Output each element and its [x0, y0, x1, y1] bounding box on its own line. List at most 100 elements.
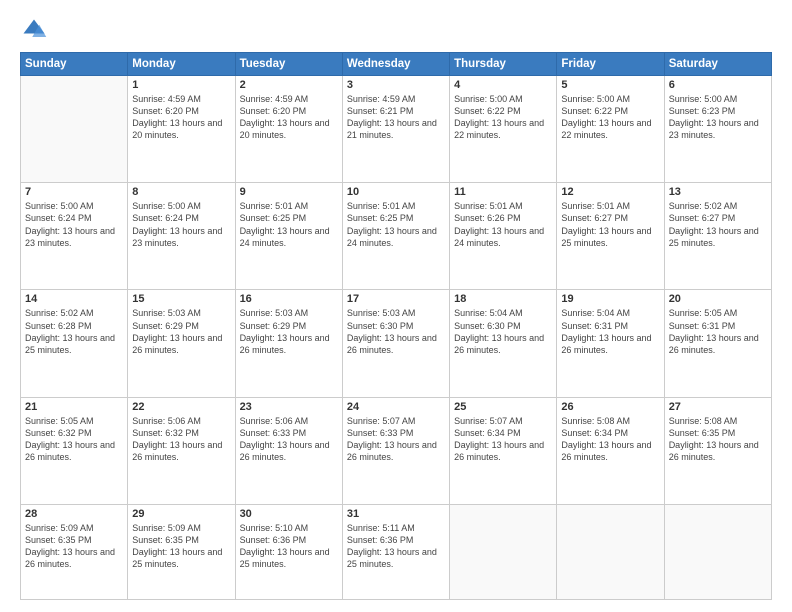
day-info: Sunrise: 4:59 AMSunset: 6:21 PMDaylight:… — [347, 93, 445, 142]
calendar-cell-2-2: 8 Sunrise: 5:00 AMSunset: 6:24 PMDaylight… — [128, 183, 235, 290]
day-info: Sunrise: 5:01 AMSunset: 6:25 PMDaylight:… — [240, 200, 338, 249]
day-number: 16 — [240, 293, 338, 305]
day-number: 28 — [25, 508, 123, 520]
day-number: 13 — [669, 186, 767, 198]
header — [20, 16, 772, 44]
day-number: 3 — [347, 79, 445, 91]
calendar-cell-2-4: 10Sunrise: 5:01 AMSunset: 6:25 PMDayligh… — [342, 183, 449, 290]
day-info: Sunrise: 5:11 AMSunset: 6:36 PMDaylight:… — [347, 522, 445, 571]
day-number: 11 — [454, 186, 552, 198]
day-info: Sunrise: 5:05 AMSunset: 6:32 PMDaylight:… — [25, 415, 123, 464]
calendar-cell-2-3: 9 Sunrise: 5:01 AMSunset: 6:25 PMDaylight… — [235, 183, 342, 290]
calendar-cell-1-1 — [21, 76, 128, 183]
page: SundayMondayTuesdayWednesdayThursdayFrid… — [0, 0, 792, 612]
calendar-cell-3-6: 19 Sunrise: 5:04 AMSunset: 6:31 PMDayligh… — [557, 290, 664, 397]
day-info: Sunrise: 5:01 AMSunset: 6:26 PMDaylight:… — [454, 200, 552, 249]
day-number: 9 — [240, 186, 338, 198]
day-number: 8 — [132, 186, 230, 198]
calendar-week-row-5: 28 Sunrise: 5:09 AMSunset: 6:35 PMDayligh… — [21, 504, 772, 599]
day-info: Sunrise: 4:59 AMSunset: 6:20 PMDaylight:… — [240, 93, 338, 142]
day-info: Sunrise: 5:10 AMSunset: 6:36 PMDaylight:… — [240, 522, 338, 571]
day-info: Sunrise: 5:01 AMSunset: 6:25 PMDaylight:… — [347, 200, 445, 249]
day-number: 24 — [347, 401, 445, 413]
day-info: Sunrise: 5:00 AMSunset: 6:22 PMDaylight:… — [454, 93, 552, 142]
calendar-cell-2-5: 11 Sunrise: 5:01 AMSunset: 6:26 PMDayligh… — [450, 183, 557, 290]
day-info: Sunrise: 4:59 AMSunset: 6:20 PMDaylight:… — [132, 93, 230, 142]
calendar-header-thursday: Thursday — [450, 53, 557, 76]
day-number: 26 — [561, 401, 659, 413]
day-number: 19 — [561, 293, 659, 305]
day-number: 21 — [25, 401, 123, 413]
calendar-cell-5-1: 28Sunrise: 5:09 AMSunset: 6:35 PMDayligh… — [21, 504, 128, 599]
calendar-cell-3-4: 17Sunrise: 5:03 AMSunset: 6:30 PMDayligh… — [342, 290, 449, 397]
day-info: Sunrise: 5:07 AMSunset: 6:34 PMDaylight:… — [454, 415, 552, 464]
day-number: 15 — [132, 293, 230, 305]
day-number: 1 — [132, 79, 230, 91]
calendar-header-wednesday: Wednesday — [342, 53, 449, 76]
calendar-cell-3-2: 15Sunrise: 5:03 AMSunset: 6:29 PMDayligh… — [128, 290, 235, 397]
day-number: 22 — [132, 401, 230, 413]
day-info: Sunrise: 5:03 AMSunset: 6:30 PMDaylight:… — [347, 307, 445, 356]
calendar-cell-1-5: 4 Sunrise: 5:00 AMSunset: 6:22 PMDaylight… — [450, 76, 557, 183]
day-number: 18 — [454, 293, 552, 305]
calendar-cell-2-1: 7 Sunrise: 5:00 AMSunset: 6:24 PMDaylight… — [21, 183, 128, 290]
calendar-cell-3-3: 16 Sunrise: 5:03 AMSunset: 6:29 PMDayligh… — [235, 290, 342, 397]
calendar-cell-3-5: 18 Sunrise: 5:04 AMSunset: 6:30 PMDayligh… — [450, 290, 557, 397]
calendar-header-monday: Monday — [128, 53, 235, 76]
calendar-cell-4-3: 23 Sunrise: 5:06 AMSunset: 6:33 PMDayligh… — [235, 397, 342, 504]
calendar-cell-4-4: 24 Sunrise: 5:07 AMSunset: 6:33 PMDayligh… — [342, 397, 449, 504]
day-number: 14 — [25, 293, 123, 305]
day-info: Sunrise: 5:00 AMSunset: 6:24 PMDaylight:… — [132, 200, 230, 249]
calendar-cell-5-7 — [664, 504, 771, 599]
calendar-week-row-4: 21 Sunrise: 5:05 AMSunset: 6:32 PMDayligh… — [21, 397, 772, 504]
day-info: Sunrise: 5:00 AMSunset: 6:24 PMDaylight:… — [25, 200, 123, 249]
day-info: Sunrise: 5:00 AMSunset: 6:22 PMDaylight:… — [561, 93, 659, 142]
calendar-header-tuesday: Tuesday — [235, 53, 342, 76]
day-number: 23 — [240, 401, 338, 413]
calendar-cell-2-6: 12 Sunrise: 5:01 AMSunset: 6:27 PMDayligh… — [557, 183, 664, 290]
day-number: 5 — [561, 79, 659, 91]
calendar-cell-4-7: 27Sunrise: 5:08 AMSunset: 6:35 PMDayligh… — [664, 397, 771, 504]
calendar-cell-4-2: 22 Sunrise: 5:06 AMSunset: 6:32 PMDayligh… — [128, 397, 235, 504]
calendar-cell-3-7: 20Sunrise: 5:05 AMSunset: 6:31 PMDayligh… — [664, 290, 771, 397]
calendar-header-friday: Friday — [557, 53, 664, 76]
calendar-week-row-2: 7 Sunrise: 5:00 AMSunset: 6:24 PMDaylight… — [21, 183, 772, 290]
day-info: Sunrise: 5:02 AMSunset: 6:27 PMDaylight:… — [669, 200, 767, 249]
day-number: 7 — [25, 186, 123, 198]
calendar-cell-3-1: 14 Sunrise: 5:02 AMSunset: 6:28 PMDayligh… — [21, 290, 128, 397]
logo — [20, 16, 52, 44]
calendar-header-saturday: Saturday — [664, 53, 771, 76]
calendar-cell-1-2: 1 Sunrise: 4:59 AMSunset: 6:20 PMDaylight… — [128, 76, 235, 183]
calendar-cell-1-4: 3 Sunrise: 4:59 AMSunset: 6:21 PMDaylight… — [342, 76, 449, 183]
calendar-week-row-1: 1 Sunrise: 4:59 AMSunset: 6:20 PMDaylight… — [21, 76, 772, 183]
day-info: Sunrise: 5:02 AMSunset: 6:28 PMDaylight:… — [25, 307, 123, 356]
day-info: Sunrise: 5:00 AMSunset: 6:23 PMDaylight:… — [669, 93, 767, 142]
day-info: Sunrise: 5:07 AMSunset: 6:33 PMDaylight:… — [347, 415, 445, 464]
calendar-cell-1-6: 5 Sunrise: 5:00 AMSunset: 6:22 PMDaylight… — [557, 76, 664, 183]
calendar-header-sunday: Sunday — [21, 53, 128, 76]
day-number: 6 — [669, 79, 767, 91]
calendar-cell-5-6 — [557, 504, 664, 599]
day-info: Sunrise: 5:04 AMSunset: 6:30 PMDaylight:… — [454, 307, 552, 356]
calendar-cell-4-6: 26 Sunrise: 5:08 AMSunset: 6:34 PMDayligh… — [557, 397, 664, 504]
calendar-cell-2-7: 13 Sunrise: 5:02 AMSunset: 6:27 PMDayligh… — [664, 183, 771, 290]
day-number: 29 — [132, 508, 230, 520]
day-info: Sunrise: 5:01 AMSunset: 6:27 PMDaylight:… — [561, 200, 659, 249]
calendar-cell-5-2: 29 Sunrise: 5:09 AMSunset: 6:35 PMDayligh… — [128, 504, 235, 599]
day-info: Sunrise: 5:03 AMSunset: 6:29 PMDaylight:… — [240, 307, 338, 356]
day-number: 20 — [669, 293, 767, 305]
day-info: Sunrise: 5:06 AMSunset: 6:32 PMDaylight:… — [132, 415, 230, 464]
day-info: Sunrise: 5:06 AMSunset: 6:33 PMDaylight:… — [240, 415, 338, 464]
day-number: 25 — [454, 401, 552, 413]
day-info: Sunrise: 5:08 AMSunset: 6:34 PMDaylight:… — [561, 415, 659, 464]
day-info: Sunrise: 5:04 AMSunset: 6:31 PMDaylight:… — [561, 307, 659, 356]
day-info: Sunrise: 5:09 AMSunset: 6:35 PMDaylight:… — [132, 522, 230, 571]
day-info: Sunrise: 5:08 AMSunset: 6:35 PMDaylight:… — [669, 415, 767, 464]
calendar-cell-5-5 — [450, 504, 557, 599]
calendar-header-row: SundayMondayTuesdayWednesdayThursdayFrid… — [21, 53, 772, 76]
day-number: 2 — [240, 79, 338, 91]
calendar-table: SundayMondayTuesdayWednesdayThursdayFrid… — [20, 52, 772, 600]
day-number: 4 — [454, 79, 552, 91]
calendar-cell-4-5: 25 Sunrise: 5:07 AMSunset: 6:34 PMDayligh… — [450, 397, 557, 504]
day-number: 12 — [561, 186, 659, 198]
